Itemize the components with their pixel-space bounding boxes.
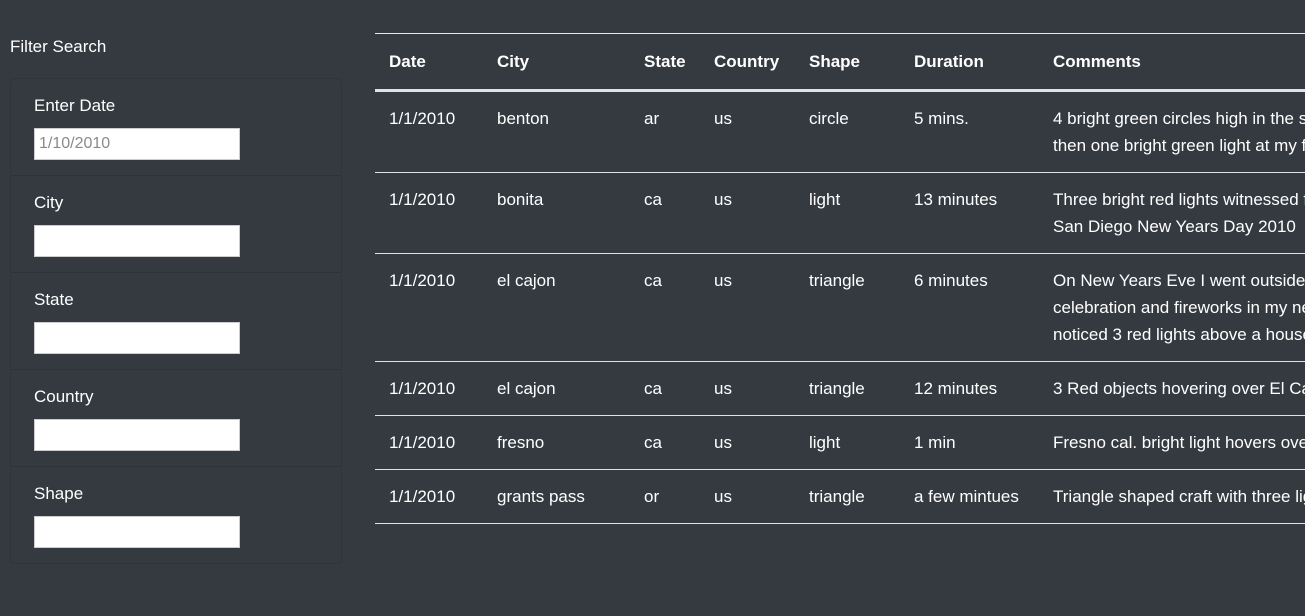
cell-shape: light bbox=[795, 415, 900, 470]
cell-country: us bbox=[700, 361, 795, 416]
cell-shape: light bbox=[795, 172, 900, 254]
column-header-comments: Comments bbox=[1039, 34, 1305, 92]
cell-date: 1/1/2010 bbox=[375, 469, 483, 524]
cell-comments: On New Years Eve I went outside to watch… bbox=[1039, 253, 1305, 362]
column-header-date: Date bbox=[375, 34, 483, 92]
cell-date: 1/1/2010 bbox=[375, 253, 483, 362]
cell-date: 1/1/2010 bbox=[375, 415, 483, 470]
table-row: 1/1/2010 benton ar us circle 5 mins. 4 b… bbox=[375, 90, 1305, 173]
cell-shape: triangle bbox=[795, 361, 900, 416]
cell-city: fresno bbox=[483, 415, 630, 470]
table-body: 1/1/2010 benton ar us circle 5 mins. 4 b… bbox=[375, 90, 1305, 524]
filter-item-state: State bbox=[11, 273, 341, 370]
cell-country: us bbox=[700, 172, 795, 254]
city-filter-input[interactable] bbox=[34, 225, 240, 257]
shape-filter-label: Shape bbox=[34, 484, 84, 503]
filter-item-shape: Shape bbox=[11, 467, 341, 563]
date-filter-input[interactable] bbox=[34, 128, 240, 160]
cell-duration: 5 mins. bbox=[900, 90, 1039, 173]
cell-country: us bbox=[700, 469, 795, 524]
filter-sidebar: Filter Search Enter Date City State Coun… bbox=[0, 0, 350, 615]
cell-city: el cajon bbox=[483, 253, 630, 362]
filter-list: Enter Date City State Country Shape bbox=[10, 78, 342, 564]
cell-duration: a few mintues bbox=[900, 469, 1039, 524]
cell-duration: 13 minutes bbox=[900, 172, 1039, 254]
column-header-state: State bbox=[630, 34, 700, 92]
cell-duration: 1 min bbox=[900, 415, 1039, 470]
column-header-duration: Duration bbox=[900, 34, 1039, 92]
date-filter-label: Enter Date bbox=[34, 96, 116, 115]
shape-filter-input[interactable] bbox=[34, 516, 240, 548]
cell-state: or bbox=[630, 469, 700, 524]
table-header: Date City State Country Shape Duration C… bbox=[375, 34, 1305, 92]
cell-shape: circle bbox=[795, 90, 900, 173]
filter-item-date: Enter Date bbox=[11, 79, 341, 176]
state-filter-label: State bbox=[34, 290, 74, 309]
column-header-country: Country bbox=[700, 34, 795, 92]
ufo-sightings-table: Date City State Country Shape Duration C… bbox=[375, 34, 1305, 524]
cell-shape: triangle bbox=[795, 469, 900, 524]
cell-country: us bbox=[700, 90, 795, 173]
cell-state: ar bbox=[630, 90, 700, 173]
state-filter-input[interactable] bbox=[34, 322, 240, 354]
country-filter-input[interactable] bbox=[34, 419, 240, 451]
cell-duration: 6 minutes bbox=[900, 253, 1039, 362]
column-header-shape: Shape bbox=[795, 34, 900, 92]
cell-city: bonita bbox=[483, 172, 630, 254]
table-row: 1/1/2010 bonita ca us light 13 minutes T… bbox=[375, 172, 1305, 254]
filter-search-title: Filter Search bbox=[10, 37, 107, 56]
table-row: 1/1/2010 grants pass or us triangle a fe… bbox=[375, 469, 1305, 524]
cell-state: ca bbox=[630, 172, 700, 254]
table-header-row: Date City State Country Shape Duration C… bbox=[375, 34, 1305, 92]
cell-duration: 12 minutes bbox=[900, 361, 1039, 416]
cell-comments: Fresno cal. bright light hovers over and… bbox=[1039, 415, 1305, 470]
cell-city: grants pass bbox=[483, 469, 630, 524]
filter-item-city: City bbox=[11, 176, 341, 273]
cell-country: us bbox=[700, 253, 795, 362]
table-row: 1/1/2010 el cajon ca us triangle 6 minut… bbox=[375, 253, 1305, 362]
city-filter-label: City bbox=[34, 193, 64, 212]
cell-comments: 4 bright green circles high in the sky g… bbox=[1039, 90, 1305, 173]
cell-date: 1/1/2010 bbox=[375, 361, 483, 416]
table-row: 1/1/2010 el cajon ca us triangle 12 minu… bbox=[375, 361, 1305, 416]
cell-state: ca bbox=[630, 415, 700, 470]
filter-item-country: Country bbox=[11, 370, 341, 467]
cell-shape: triangle bbox=[795, 253, 900, 362]
cell-date: 1/1/2010 bbox=[375, 172, 483, 254]
cell-comments: 3 Red objects hovering over El Cajon bbox=[1039, 361, 1305, 416]
cell-city: el cajon bbox=[483, 361, 630, 416]
ufo-sightings-table-container: Date City State Country Shape Duration C… bbox=[375, 33, 1305, 616]
cell-state: ca bbox=[630, 361, 700, 416]
table-row: 1/1/2010 fresno ca us light 1 min Fresno… bbox=[375, 415, 1305, 470]
column-header-city: City bbox=[483, 34, 630, 92]
cell-city: benton bbox=[483, 90, 630, 173]
cell-state: ca bbox=[630, 253, 700, 362]
cell-comments: Three bright red lights witnessed floati… bbox=[1039, 172, 1305, 254]
cell-comments: Triangle shaped craft with three lights bbox=[1039, 469, 1305, 524]
cell-country: us bbox=[700, 415, 795, 470]
cell-date: 1/1/2010 bbox=[375, 90, 483, 173]
country-filter-label: Country bbox=[34, 387, 94, 406]
